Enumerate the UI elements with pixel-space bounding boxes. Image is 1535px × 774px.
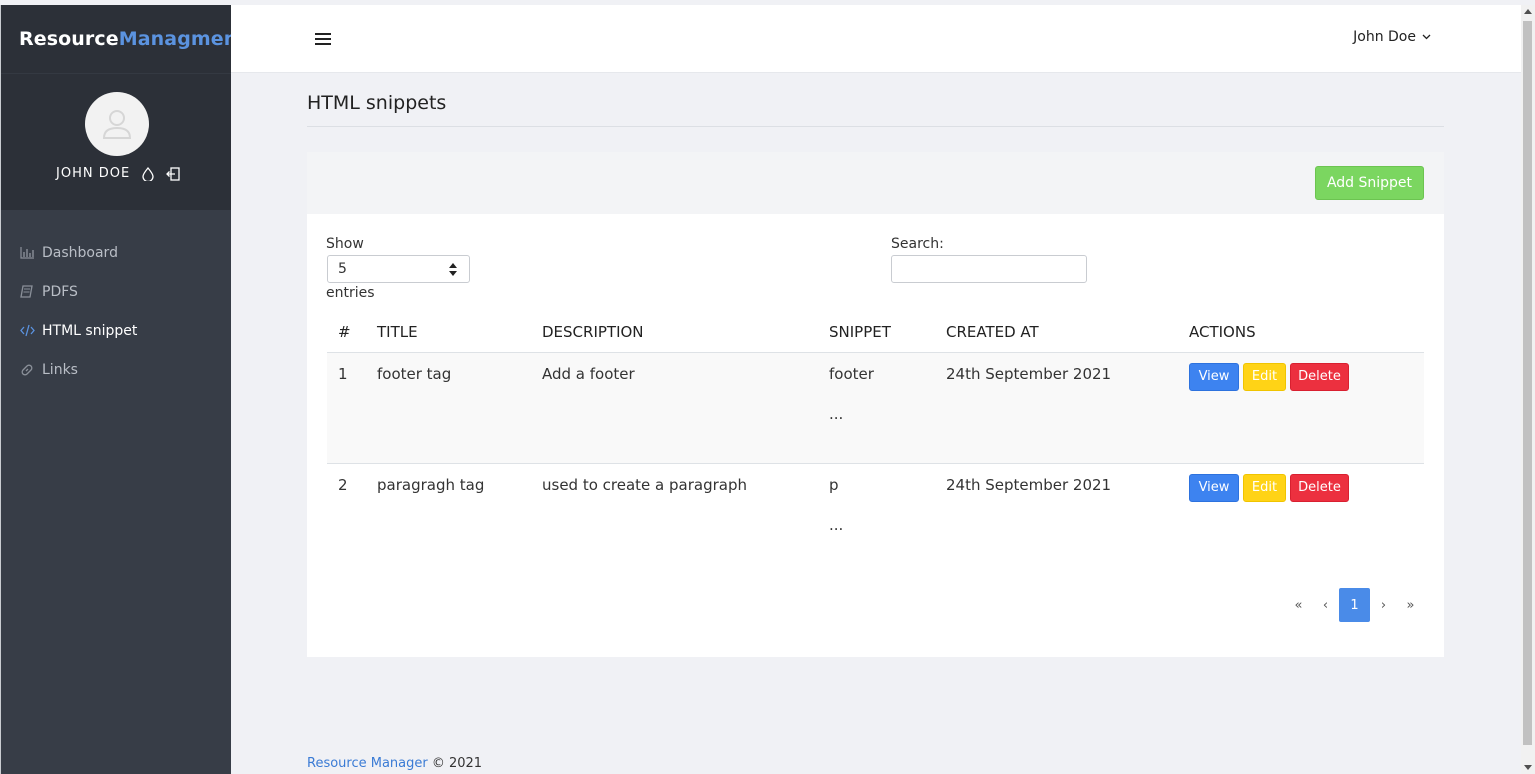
page-prev-button[interactable]: ‹: [1312, 588, 1339, 622]
user-menu-name: John Doe: [1353, 29, 1416, 45]
sidebar-item-dashboard[interactable]: Dashboard: [1, 233, 231, 272]
column-header-title[interactable]: TITLE: [366, 312, 531, 353]
chevron-down-icon: [1422, 34, 1431, 40]
search-label: Search:: [891, 236, 944, 252]
show-label: Show: [326, 236, 364, 252]
cell-actions: View Edit Delete: [1178, 463, 1424, 574]
scroll-up-arrow-icon[interactable]: [1524, 9, 1532, 14]
cell-snippet: p ...: [818, 463, 935, 574]
menu-toggle-icon[interactable]: [315, 29, 331, 49]
sidebar-profile: JOHN DOE: [1, 73, 231, 210]
view-button[interactable]: View: [1189, 473, 1239, 502]
user-avatar-icon: [102, 110, 132, 139]
page-scrollbar[interactable]: [1521, 5, 1535, 774]
title-divider: [307, 126, 1444, 127]
pagination: « ‹ 1 › »: [1285, 588, 1424, 622]
entries-select-value: 5: [338, 261, 347, 277]
brand-text-primary: Resource: [19, 28, 119, 50]
footer-link[interactable]: Resource Manager: [307, 756, 428, 771]
sidebar-item-pdfs[interactable]: PDFS: [1, 272, 231, 311]
page-current-button[interactable]: 1: [1339, 588, 1370, 622]
snippet-ellipsis: ...: [829, 404, 844, 423]
top-navbar: John Doe: [231, 5, 1521, 73]
column-header-number[interactable]: #: [327, 312, 366, 353]
sidebar-item-label: Dashboard: [42, 244, 118, 261]
page-first-button[interactable]: «: [1285, 588, 1312, 622]
avatar[interactable]: [85, 92, 149, 156]
entries-label: entries: [326, 285, 375, 301]
delete-button[interactable]: Delete: [1290, 362, 1349, 391]
page-last-button[interactable]: »: [1397, 588, 1424, 622]
book-icon: [20, 284, 36, 300]
cell-description: used to create a paragraph: [542, 475, 747, 494]
profile-name-row: JOHN DOE: [56, 166, 180, 181]
scroll-down-arrow-icon[interactable]: [1524, 765, 1532, 770]
footer-copyright: © 2021: [427, 756, 483, 771]
cell-title: footer tag: [366, 352, 531, 464]
cell-actions: View Edit Delete: [1178, 352, 1424, 464]
table-row: 2 paragragh tag used to create a paragra…: [327, 463, 1424, 574]
sidebar-item-links[interactable]: Links: [1, 350, 231, 389]
cell-number: 1: [327, 352, 366, 464]
card-header: Add Snippet: [307, 152, 1444, 214]
select-sort-arrows-icon: [449, 263, 457, 277]
page-next-button[interactable]: ›: [1370, 588, 1397, 622]
brand-logo[interactable]: Resource Managment: [1, 5, 247, 73]
snippet-text: p: [829, 475, 839, 494]
cell-title: paragragh tag: [377, 475, 485, 494]
scroll-thumb[interactable]: [1523, 21, 1532, 745]
cell-created-at: 24th September 2021: [946, 475, 1112, 494]
search-input[interactable]: [891, 255, 1087, 283]
snippet-ellipsis: ...: [829, 515, 844, 534]
brand-text-accent: Managment: [118, 28, 247, 50]
sidebar-item-label: PDFS: [42, 283, 78, 300]
page-footer: Resource Manager © 2021: [307, 756, 482, 771]
edit-button[interactable]: Edit: [1243, 473, 1286, 502]
add-snippet-button[interactable]: Add Snippet: [1315, 166, 1424, 200]
sidebar: Resource Managment JOHN DOE Dashboard PD…: [0, 5, 247, 774]
sidebar-item-label: HTML snippet: [42, 322, 138, 339]
sidebar-item-html-snippet[interactable]: HTML snippet: [1, 311, 231, 350]
edit-button[interactable]: Edit: [1243, 362, 1286, 391]
user-menu-dropdown[interactable]: John Doe: [1353, 29, 1431, 45]
link-icon: [20, 362, 36, 378]
cell-created-at: 24th September 2021: [935, 352, 1178, 464]
cell-snippet: footer ...: [818, 352, 935, 464]
view-button[interactable]: View: [1189, 362, 1239, 391]
bar-chart-icon: [20, 245, 36, 261]
delete-button[interactable]: Delete: [1290, 473, 1349, 502]
snippet-text: footer: [829, 364, 874, 383]
entries-per-page-select[interactable]: 5: [327, 255, 470, 283]
page-title: HTML snippets: [307, 92, 447, 114]
table-header-row: # TITLE DESCRIPTION SNIPPET CREATED AT A…: [327, 312, 1424, 353]
snippets-table: # TITLE DESCRIPTION SNIPPET CREATED AT A…: [327, 312, 1424, 574]
sidebar-item-label: Links: [42, 361, 78, 378]
snippets-card: Add Snippet Show 5 entries Search: # TIT…: [307, 152, 1444, 657]
cell-description: Add a footer: [531, 352, 818, 464]
cell-number: 2: [338, 475, 348, 494]
logout-icon[interactable]: [166, 166, 180, 181]
column-header-snippet[interactable]: SNIPPET: [818, 312, 935, 353]
profile-name: JOHN DOE: [56, 166, 131, 181]
table-row: 1 footer tag Add a footer footer ... 24t…: [327, 352, 1424, 464]
theme-drop-icon[interactable]: [142, 166, 154, 181]
code-icon: [20, 323, 36, 339]
sidebar-nav: Dashboard PDFS HTML snippet Links: [1, 210, 231, 389]
column-header-created-at[interactable]: CREATED AT: [935, 312, 1178, 353]
column-header-actions: ACTIONS: [1178, 312, 1424, 353]
column-header-description[interactable]: DESCRIPTION: [531, 312, 818, 353]
